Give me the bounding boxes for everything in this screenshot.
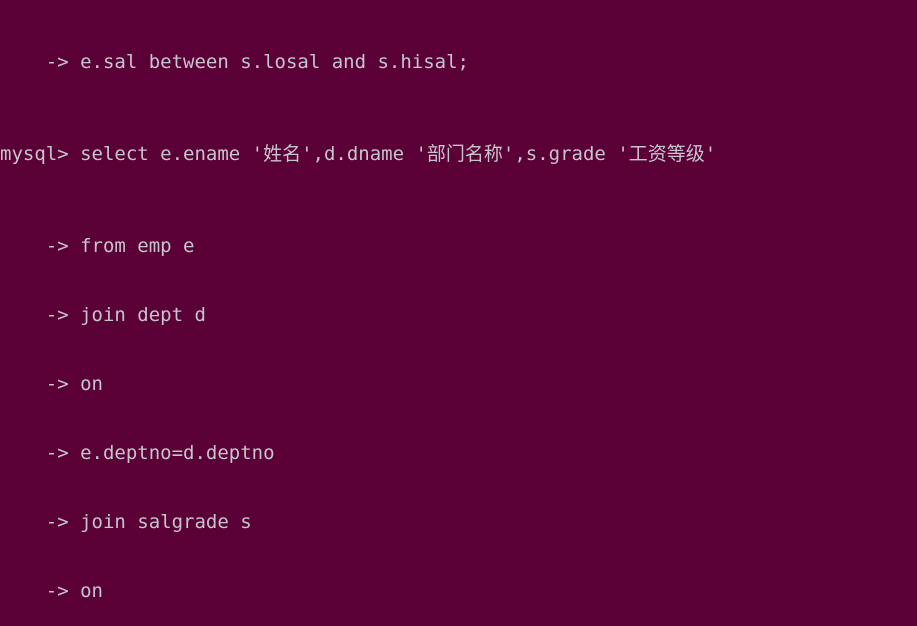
- query-continuation-line: -> join dept d: [0, 304, 206, 326]
- query-continuation-line: -> on: [0, 373, 103, 395]
- terminal-screen: -> e.sal between s.losal and s.hisal; my…: [0, 0, 917, 626]
- query-line-prompt: mysql> select e.ename '姓名',d.dname '部门名称…: [0, 143, 717, 165]
- query-continuation-line: -> on: [0, 580, 103, 602]
- mysql-terminal-window[interactable]: -> e.sal between s.losal and s.hisal; my…: [0, 0, 917, 626]
- query-continuation-line: -> join salgrade s: [0, 511, 252, 533]
- query-continuation-line: -> from emp e: [0, 235, 195, 257]
- clipped-top-line: -> e.sal between s.losal and s.hisal;: [0, 51, 469, 73]
- query-continuation-line: -> e.deptno=d.deptno: [0, 442, 275, 464]
